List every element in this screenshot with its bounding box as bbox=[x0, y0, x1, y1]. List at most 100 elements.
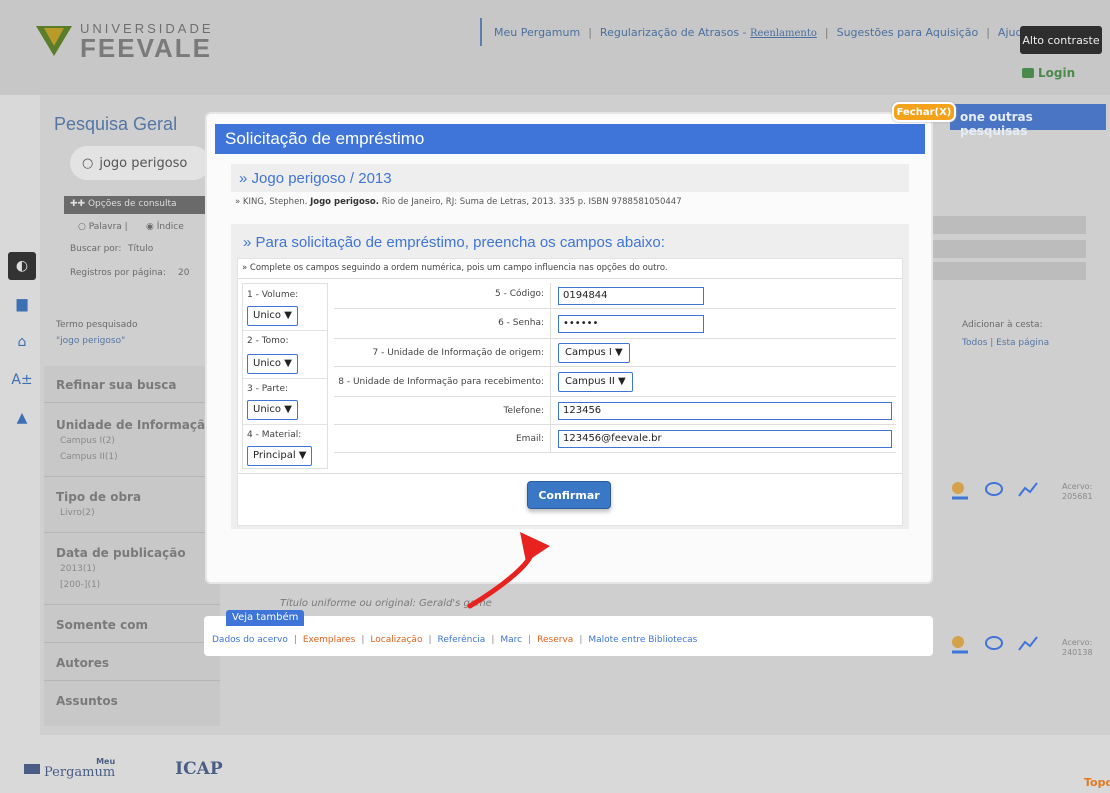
link-referencia[interactable]: Referência bbox=[438, 635, 486, 645]
book-reference: » KING, Stephen. Jogo perigoso. Rio de J… bbox=[231, 192, 909, 212]
facet-item[interactable]: Campus I(2) bbox=[60, 436, 115, 446]
font-size-icon[interactable]: A± bbox=[8, 366, 36, 394]
menu-meu-pergamum[interactable]: Meu Pergamum bbox=[494, 26, 580, 39]
termo-label: Termo pesquisado bbox=[56, 320, 138, 330]
acervo-1: Acervo: 205681 bbox=[1062, 482, 1093, 501]
comment-icon[interactable] bbox=[982, 478, 1006, 502]
origem-label: 7 - Unidade de Informação de origem: bbox=[372, 348, 545, 358]
parte-select[interactable]: Unico ▼ bbox=[247, 400, 298, 420]
facet-data-publicacao[interactable]: Data de publicação bbox=[56, 546, 186, 560]
recebimento-row: 8 - Unidade de Informação para recebimen… bbox=[334, 367, 896, 397]
map-pin-icon[interactable] bbox=[948, 632, 972, 656]
refine-title: Refinar sua busca bbox=[56, 378, 177, 392]
facet-tipo-obra[interactable]: Tipo de obra bbox=[56, 490, 141, 504]
telefone-input[interactable]: 123456 bbox=[558, 402, 892, 420]
parte-label: 3 - Parte: bbox=[247, 384, 289, 394]
link-dados-acervo[interactable]: Dados do acervo bbox=[212, 635, 288, 645]
result-actions-1 bbox=[948, 478, 1040, 502]
menu-sugestoes[interactable]: Sugestões para Aquisição bbox=[837, 26, 979, 39]
tomo-select[interactable]: Unico ▼ bbox=[247, 354, 298, 374]
origem-row: 7 - Unidade de Informação de origem: Cam… bbox=[334, 339, 896, 367]
lock-icon bbox=[1022, 68, 1034, 78]
menu-reenlamento-link[interactable]: Reenlamento bbox=[750, 28, 817, 39]
codigo-input[interactable]: 0194844 bbox=[558, 287, 704, 305]
high-contrast-button[interactable]: Alto contraste bbox=[1020, 26, 1102, 54]
form-note: » Complete os campos seguindo a ordem nu… bbox=[242, 263, 668, 273]
link-malote[interactable]: Malote entre Bibliotecas bbox=[588, 635, 697, 645]
senha-label: 6 - Senha: bbox=[498, 318, 544, 328]
facet-autores[interactable]: Autores bbox=[56, 656, 109, 670]
top-menu: Meu Pergamum | Regularização de Atrasos … bbox=[480, 18, 1029, 46]
volume-select[interactable]: Unico ▼ bbox=[247, 306, 298, 326]
map-pin-icon[interactable] bbox=[948, 478, 972, 502]
other-searches-button[interactable]: one outras pesquisas bbox=[950, 104, 1106, 138]
facet-item[interactable]: Livro(2) bbox=[60, 508, 95, 518]
facet-item[interactable]: Campus II(1) bbox=[60, 452, 118, 462]
book-info: » Jogo perigoso / 2013 » KING, Stephen. … bbox=[231, 164, 909, 212]
buscar-por-select[interactable]: Título bbox=[128, 244, 153, 254]
close-modal-button[interactable]: Fechar(X) bbox=[892, 102, 956, 122]
loan-form: » Para solicitação de empréstimo, preenc… bbox=[231, 224, 909, 529]
facet-item[interactable]: 2013(1) bbox=[60, 564, 96, 574]
bg-select-2[interactable] bbox=[930, 240, 1086, 258]
codigo-label: 5 - Código: bbox=[495, 289, 544, 299]
facet-somente-com[interactable]: Somente com bbox=[56, 618, 148, 632]
search-input[interactable]: ○ jogo perigoso bbox=[70, 146, 210, 180]
link-exemplares[interactable]: Exemplares bbox=[303, 635, 356, 645]
loan-request-modal: Solicitação de empréstimo » Jogo perigos… bbox=[205, 112, 933, 584]
buscar-por-label: Buscar por: bbox=[70, 244, 122, 254]
recebimento-select[interactable]: Campus II ▼ bbox=[558, 372, 633, 392]
recebimento-label: 8 - Unidade de Informação para recebimen… bbox=[338, 377, 544, 387]
codigo-row: 5 - Código: 0194844 bbox=[334, 283, 896, 309]
radio-palavra[interactable]: ○ Palavra | bbox=[78, 222, 128, 232]
stats-icon[interactable] bbox=[1016, 478, 1040, 502]
confirm-button[interactable]: Confirmar bbox=[527, 481, 611, 509]
pergamum-logo[interactable]: Meu Pergamum bbox=[24, 758, 115, 779]
modal-title: Solicitação de empréstimo bbox=[215, 124, 925, 154]
icap-logo[interactable]: ICAP bbox=[175, 759, 222, 779]
loan-fields: 5 - Código: 0194844 6 - Senha: •••••• 7 … bbox=[334, 283, 896, 453]
see-also-tab: Veja também bbox=[226, 610, 305, 626]
registros-select[interactable]: 20 bbox=[178, 268, 189, 278]
search-title: Pesquisa Geral bbox=[54, 114, 178, 134]
email-row: Email: 123456@feevale.br bbox=[334, 425, 896, 453]
contrast-icon[interactable]: ◐ bbox=[8, 252, 36, 280]
origem-select[interactable]: Campus I ▼ bbox=[558, 343, 630, 363]
link-marc[interactable]: Marc bbox=[500, 635, 522, 645]
form-title: » Para solicitação de empréstimo, preenc… bbox=[243, 234, 665, 251]
cesta-label: Adicionar à cesta: bbox=[962, 320, 1043, 330]
telefone-label: Telefone: bbox=[503, 406, 545, 416]
facet-assuntos[interactable]: Assuntos bbox=[56, 694, 118, 708]
volume-label: 1 - Volume: bbox=[247, 290, 299, 300]
bg-select-3[interactable] bbox=[930, 262, 1086, 280]
email-input[interactable]: 123456@feevale.br bbox=[558, 430, 892, 448]
facet-item[interactable]: [200-](1) bbox=[60, 580, 100, 590]
link-reserva[interactable]: Reserva bbox=[537, 635, 573, 645]
comment-icon[interactable] bbox=[982, 632, 1006, 656]
registros-label: Registros por página: bbox=[70, 268, 166, 278]
accessibility-toolbar: ◐ ▆ ⌂ A± ▲ bbox=[8, 252, 36, 442]
home-icon[interactable]: ⌂ bbox=[8, 328, 36, 356]
search-options-bar[interactable]: ✚✚ Opções de consulta bbox=[64, 196, 214, 214]
email-label: Email: bbox=[515, 434, 544, 444]
see-also-links: Dados do acervo | Exemplares | Localização… bbox=[212, 635, 698, 645]
login-link[interactable]: Login bbox=[1022, 66, 1075, 80]
material-label: 4 - Material: bbox=[247, 430, 302, 440]
stats-icon[interactable] bbox=[1016, 632, 1040, 656]
senha-row: 6 - Senha: •••••• bbox=[334, 309, 896, 339]
material-select[interactable]: Principal ▼ bbox=[247, 446, 313, 466]
library-icon[interactable]: ▆ bbox=[8, 290, 36, 318]
logo-text-bottom: FEEVALE bbox=[80, 33, 212, 63]
facet-unidade[interactable]: Unidade de Informação bbox=[56, 418, 213, 432]
back-to-top-link[interactable]: Topo bbox=[1084, 776, 1110, 789]
book-title: » Jogo perigoso / 2013 bbox=[239, 170, 392, 187]
link-localizacao[interactable]: Localização bbox=[370, 635, 422, 645]
scroll-top-icon[interactable]: ▲ bbox=[8, 404, 36, 432]
radio-indice[interactable]: ◉ Índice bbox=[146, 222, 184, 232]
bg-select-1[interactable] bbox=[930, 216, 1086, 234]
senha-input[interactable]: •••••• bbox=[558, 315, 704, 333]
acervo-2: Acervo: 240138 bbox=[1062, 638, 1093, 657]
cesta-links[interactable]: Todos | Esta página bbox=[962, 338, 1049, 348]
menu-regularizacao[interactable]: Regularização de Atrasos - Reenlamento bbox=[600, 26, 817, 39]
feevale-logo[interactable]: UNIVERSIDADE FEEVALE bbox=[36, 22, 214, 61]
